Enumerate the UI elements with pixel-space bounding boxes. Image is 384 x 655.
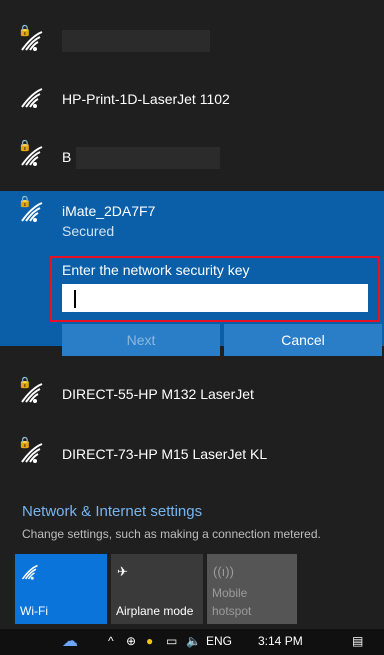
hotspot-label-line2: hotspot <box>212 604 252 618</box>
next-button[interactable]: Next <box>62 324 220 356</box>
network-item-b[interactable]: 🔒 B <box>0 140 384 175</box>
network-item-direct-55[interactable]: 🔒 DIRECT-55-HP M132 LaserJet <box>0 377 384 412</box>
redacted-name <box>76 147 220 169</box>
network-item-imate[interactable]: 🔒 iMate_2DA7F7 Secured Enter the network… <box>0 191 384 356</box>
network-settings-link[interactable]: Network & Internet settings <box>22 503 202 520</box>
wifi-signal-icon: 🔒 <box>18 140 48 173</box>
airplane-mode-tile[interactable]: ✈ Airplane mode <box>111 554 203 624</box>
clock[interactable]: 3:14 PM <box>258 634 303 648</box>
security-key-input[interactable] <box>62 284 368 312</box>
wifi-icon <box>21 564 39 585</box>
app-tray-icon[interactable]: ● <box>146 634 153 648</box>
network-status: Secured <box>62 223 115 239</box>
network-name: DIRECT-55-HP M132 LaserJet <box>62 386 254 402</box>
notification-cloud-icon[interactable]: ☁ <box>62 631 78 651</box>
lock-icon: 🔒 <box>18 25 32 37</box>
lock-icon: 🔒 <box>18 140 32 152</box>
cancel-button[interactable]: Cancel <box>224 324 382 356</box>
text-caret <box>74 290 76 308</box>
wifi-toggle-tile[interactable]: Wi-Fi <box>15 554 107 624</box>
hotspot-icon: ((ı)) <box>213 564 234 579</box>
hotspot-label-line1: Mobile <box>212 586 248 600</box>
lock-icon: 🔒 <box>18 196 32 208</box>
lock-icon: 🔒 <box>18 377 32 389</box>
taskbar: ☁ ^ ⊕ ● ▭ 🔈 ENG 3:14 PM ▤ <box>0 629 384 655</box>
network-item-hidden[interactable]: 🔒 <box>0 25 384 70</box>
language-indicator[interactable]: ENG <box>206 634 232 648</box>
network-name: HP-Print-1D-LaserJet 1102 <box>62 91 230 107</box>
wifi-signal-icon: 🔒 <box>18 196 48 229</box>
chevron-up-icon[interactable]: ^ <box>108 634 114 648</box>
battery-icon[interactable]: ▭ <box>166 634 177 648</box>
network-name: iMate_2DA7F7 <box>62 203 156 219</box>
network-name: B <box>62 149 72 165</box>
network-settings-description: Change settings, such as making a connec… <box>22 527 321 541</box>
volume-icon[interactable]: 🔈 <box>186 634 201 648</box>
network-item-hp-print[interactable]: HP-Print-1D-LaserJet 1102 <box>0 87 384 117</box>
notifications-icon[interactable]: ▤ <box>352 634 363 648</box>
wifi-signal-icon: 🔒 <box>18 25 48 58</box>
mobile-hotspot-tile[interactable]: ((ı)) Mobile hotspot <box>207 554 297 624</box>
lock-icon: 🔒 <box>18 437 32 449</box>
wifi-signal-icon: 🔒 <box>18 377 48 410</box>
wifi-signal-icon: 🔒 <box>18 437 48 470</box>
network-globe-icon[interactable]: ⊕ <box>126 634 136 648</box>
security-key-group: Enter the network security key <box>50 256 380 322</box>
airplane-tile-label: Airplane mode <box>116 604 194 618</box>
network-name: DIRECT-73-HP M15 LaserJet KL <box>62 446 268 462</box>
redacted-name <box>62 30 210 52</box>
wifi-signal-icon <box>20 87 48 115</box>
wifi-tile-label: Wi-Fi <box>20 604 48 618</box>
airplane-icon: ✈ <box>117 564 128 579</box>
network-item-direct-73[interactable]: 🔒 DIRECT-73-HP M15 LaserJet KL <box>0 437 384 472</box>
security-key-label: Enter the network security key <box>62 262 250 278</box>
